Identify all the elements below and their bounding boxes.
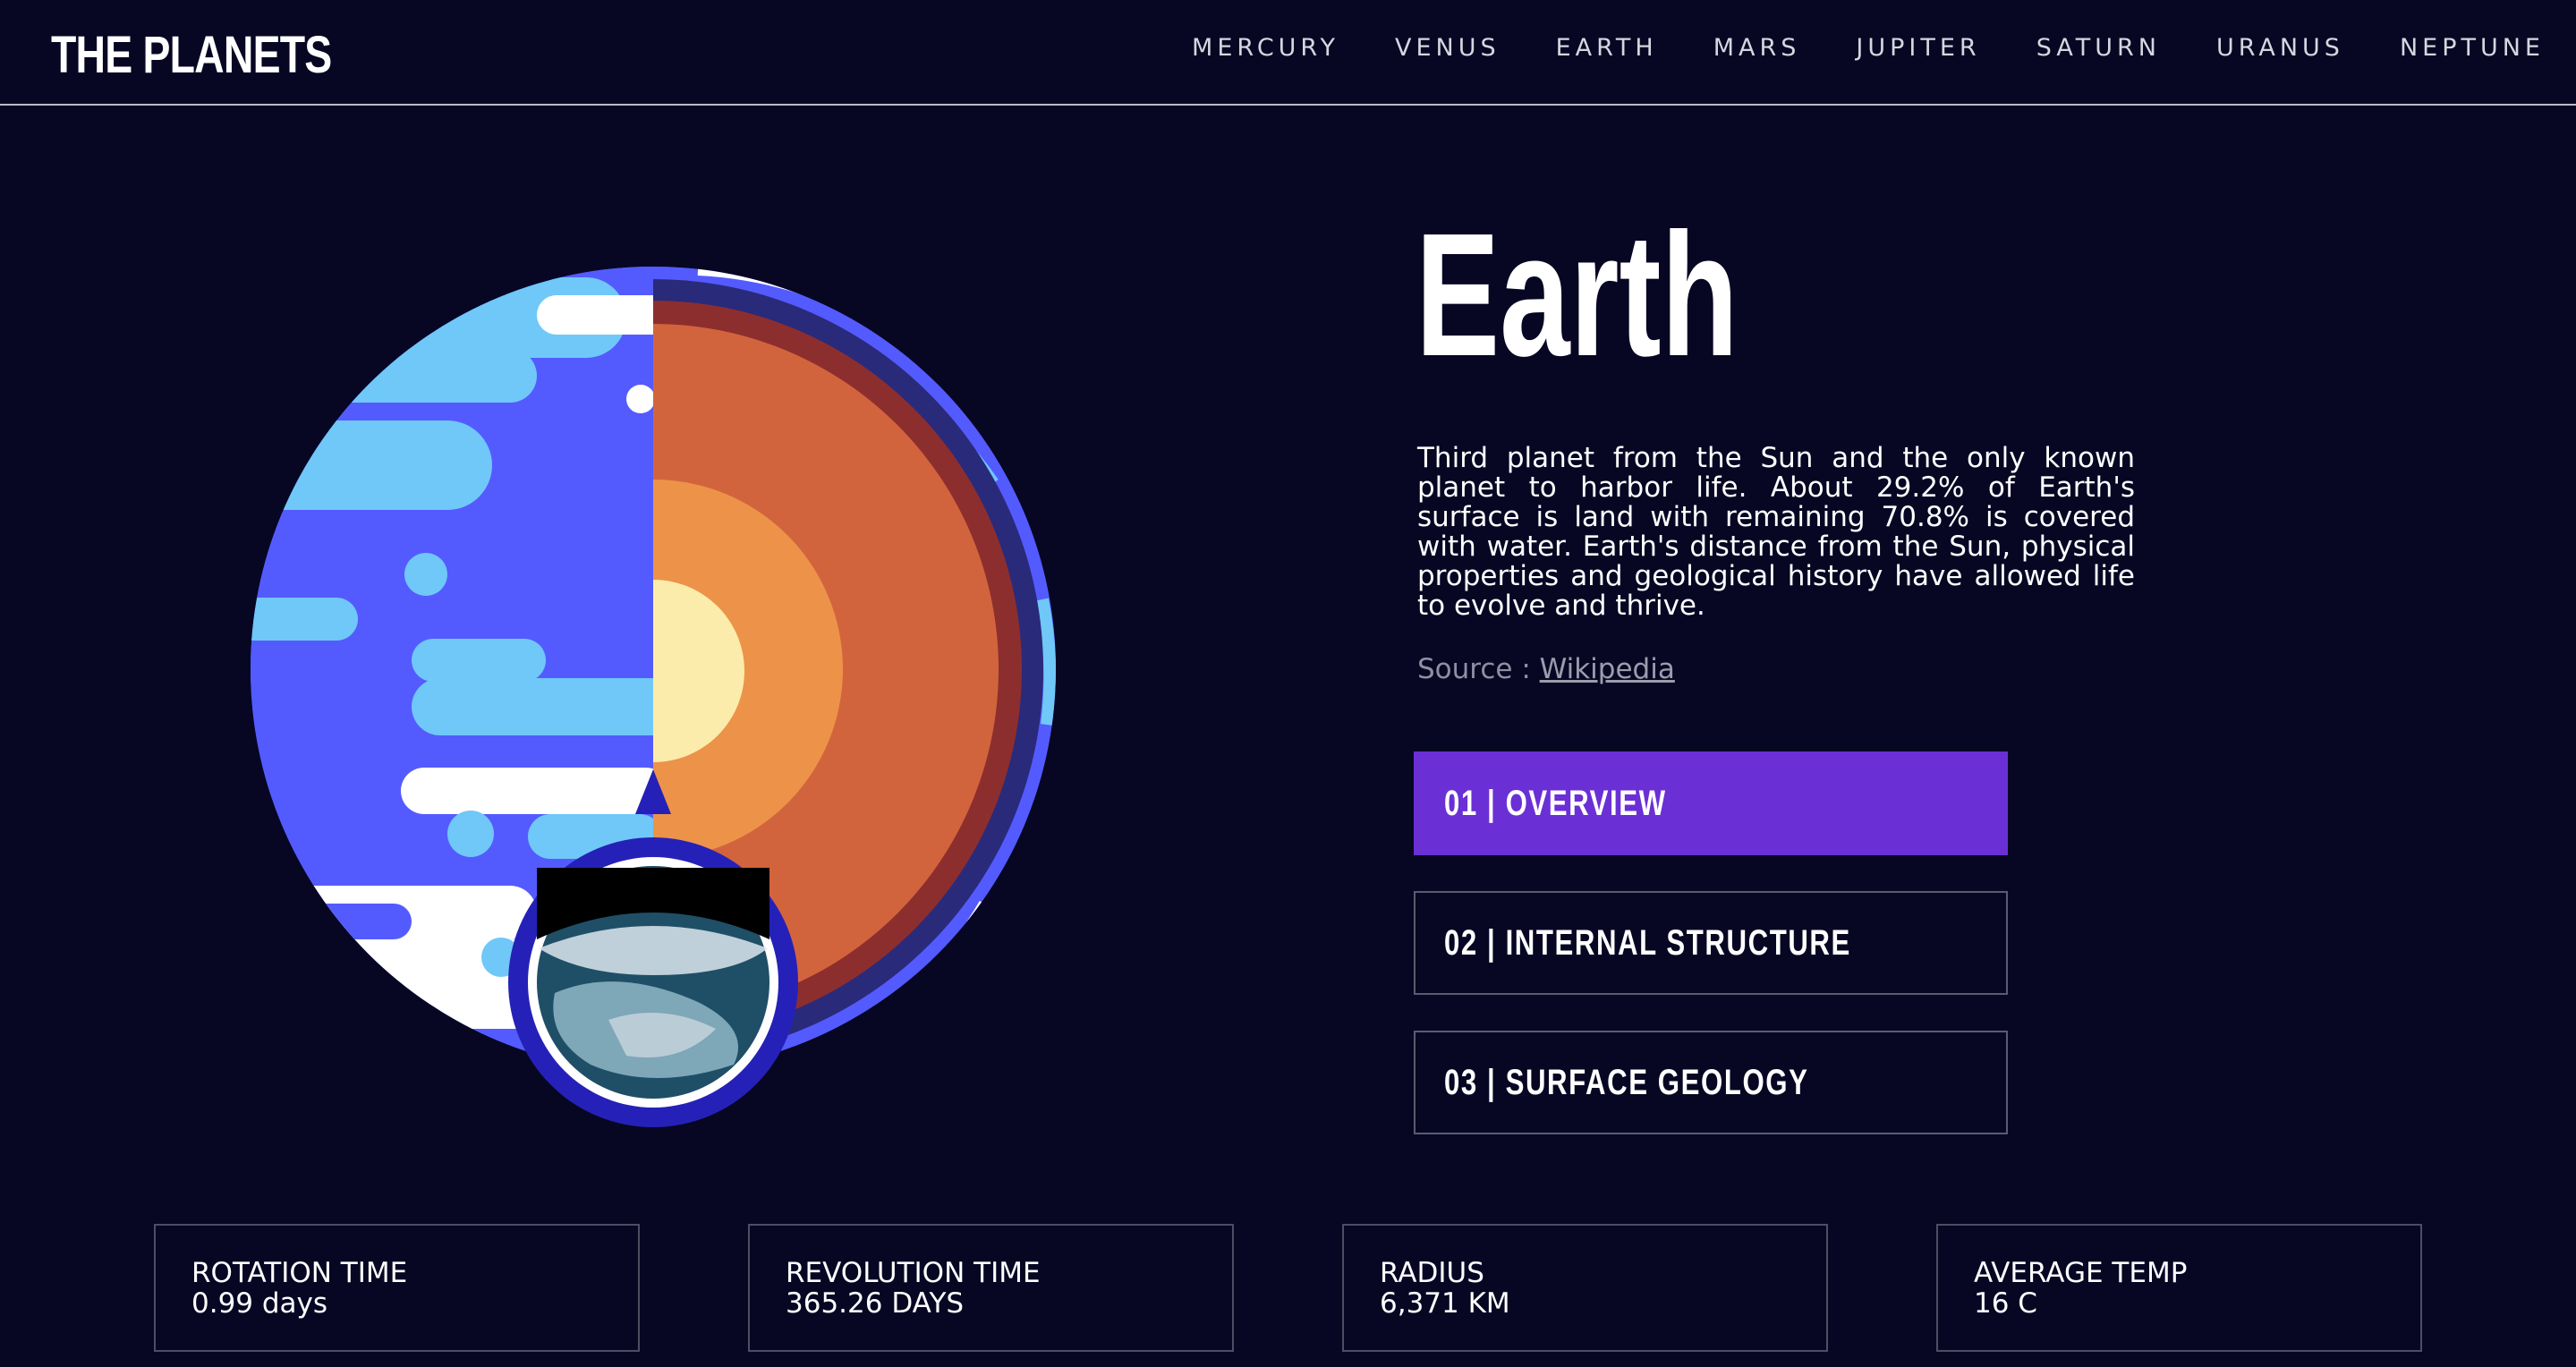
tab-overview[interactable]: 01 | OVERVIEW xyxy=(1414,751,2008,855)
planet-nav: MERCURY VENUS EARTH MARS JUPITER SATURN … xyxy=(1192,34,2545,62)
nav-item-earth[interactable]: EARTH xyxy=(1556,34,1658,62)
stat-value: 365.26 DAYS xyxy=(786,1287,965,1320)
tab-surface-geology-label: 03 | SURFACE GEOLOGY xyxy=(1444,1062,1809,1102)
stat-label: AVERAGE TEMP xyxy=(1974,1257,2188,1289)
tab-surface-geology[interactable]: 03 | SURFACE GEOLOGY xyxy=(1414,1031,2008,1134)
nav-item-saturn[interactable]: SATURN xyxy=(2036,34,2161,62)
stat-value: 0.99 days xyxy=(191,1287,328,1320)
planet-description: Third planet from the Sun and the only k… xyxy=(1417,442,2135,622)
stat-label: ROTATION TIME xyxy=(191,1257,408,1289)
stat-revolution-time: REVOLUTION TIME 365.26 DAYS xyxy=(748,1224,1234,1352)
nav-item-mercury[interactable]: MERCURY xyxy=(1192,34,1339,62)
earth-internal-structure-image xyxy=(251,267,1056,1127)
stat-radius: RADIUS 6,371 KM xyxy=(1342,1224,1828,1352)
site-logo[interactable]: THE PLANETS xyxy=(51,25,332,85)
nav-item-neptune[interactable]: NEPTUNE xyxy=(2400,34,2545,62)
tab-overview-label: 01 | OVERVIEW xyxy=(1444,783,1667,823)
wikipedia-link[interactable]: Wikipedia xyxy=(1540,653,1675,685)
source-prefix: Source : xyxy=(1417,653,1540,685)
stat-label: RADIUS xyxy=(1380,1257,1484,1289)
stat-value: 16 C xyxy=(1974,1287,2037,1320)
planet-illustration xyxy=(233,259,1074,1136)
nav-item-jupiter[interactable]: JUPITER xyxy=(1856,34,1980,62)
nav-item-uranus[interactable]: URANUS xyxy=(2216,34,2344,62)
nav-item-mars[interactable]: MARS xyxy=(1713,34,1801,62)
tab-internal-structure-label: 02 | INTERNAL STRUCTURE xyxy=(1444,922,1851,963)
site-header: THE PLANETS MERCURY VENUS EARTH MARS JUP… xyxy=(0,0,2576,106)
stat-value: 6,371 KM xyxy=(1380,1287,1510,1320)
stat-label: REVOLUTION TIME xyxy=(786,1257,1041,1289)
planet-title: Earth xyxy=(1416,197,1739,393)
stat-rotation-time: ROTATION TIME 0.99 days xyxy=(154,1224,640,1352)
stat-average-temp: AVERAGE TEMP 16 C xyxy=(1936,1224,2422,1352)
tab-internal-structure[interactable]: 02 | INTERNAL STRUCTURE xyxy=(1414,891,2008,995)
nav-item-venus[interactable]: VENUS xyxy=(1395,34,1501,62)
source-line: Source : Wikipedia xyxy=(1417,653,1675,685)
